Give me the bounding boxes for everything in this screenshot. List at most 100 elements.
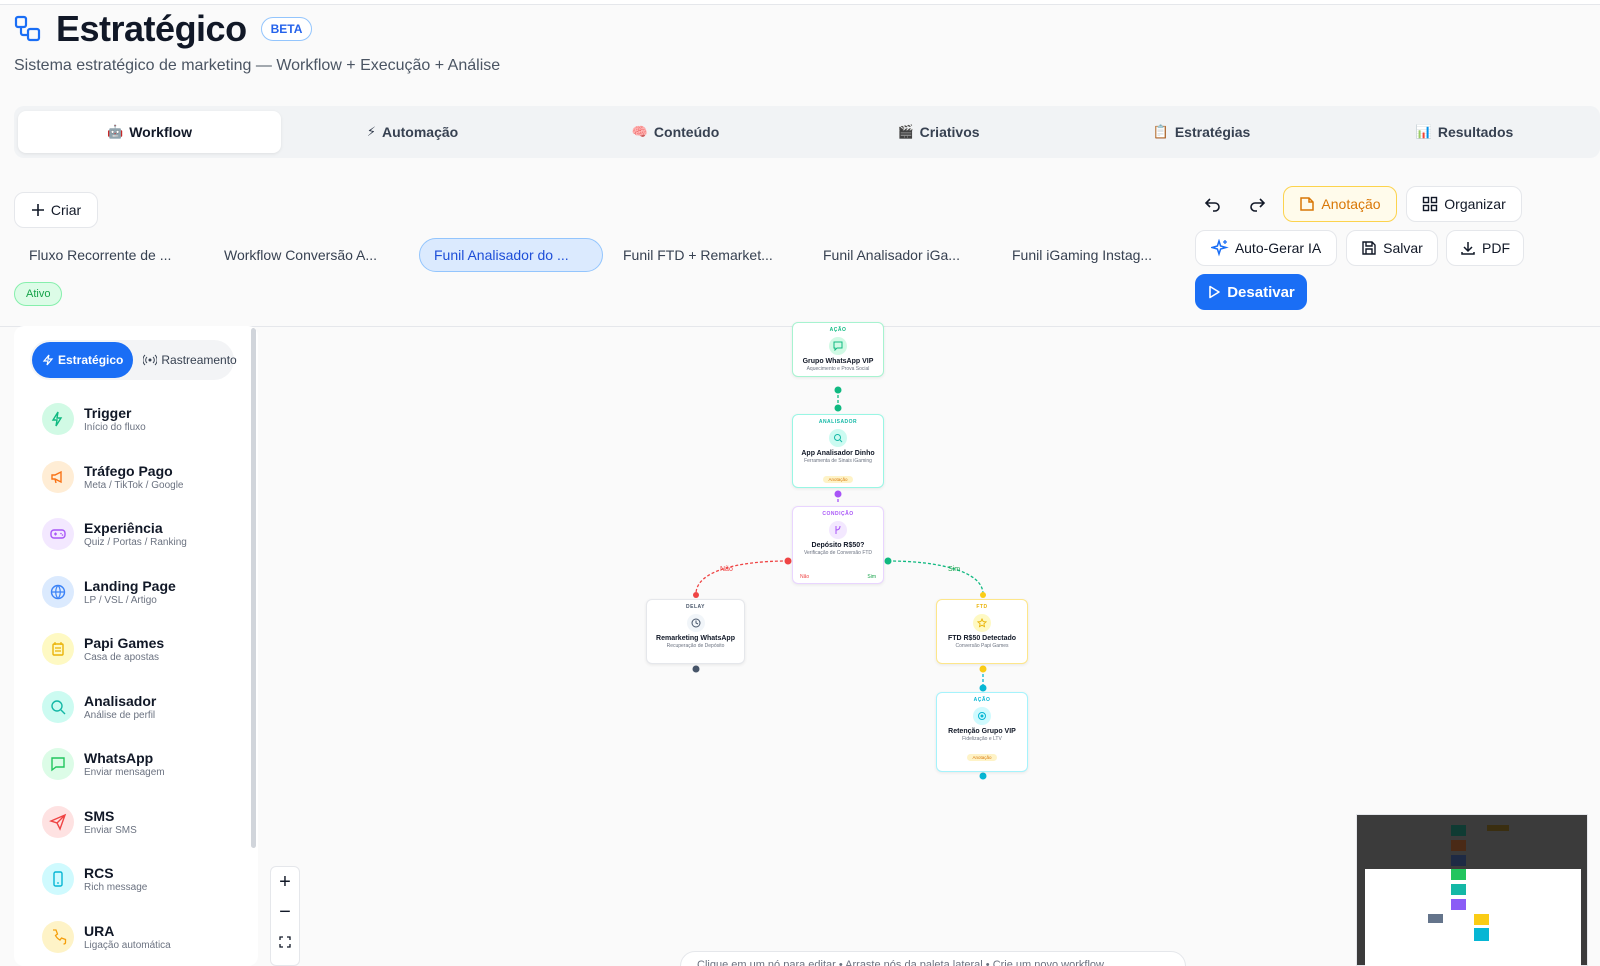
pdf-label: PDF [1482,240,1510,256]
port-dot[interactable] [692,665,700,673]
mode-rastreamento[interactable]: Rastreamento [133,342,246,378]
zoom-out-button[interactable]: − [271,897,299,927]
anotacao-button[interactable]: Anotação [1283,186,1397,222]
organizar-button[interactable]: Organizar [1406,186,1522,222]
undo-button[interactable] [1195,186,1231,222]
palette-item-whatsapp[interactable]: WhatsApp Enviar mensagem [42,748,165,780]
port-dot[interactable] [784,557,792,565]
palette-item-papi-games[interactable]: Papi Games Casa de apostas [42,633,164,665]
palette-item-tr-fego-pago[interactable]: Tráfego Pago Meta / TikTok / Google [42,460,184,493]
tab-resultados[interactable]: 📊 Resultados [1333,111,1596,153]
node-category: AÇÃO [829,327,847,333]
node-desc: Conversão Papi Games [955,643,1009,649]
download-icon [1461,242,1475,255]
workflow-tab-active[interactable]: Funil Analisador do ... [419,238,603,272]
node-app-analisador[interactable]: ANALISADOR App Analisador Dinho Ferramen… [792,414,884,488]
auto-gerar-button[interactable]: Auto-Gerar IA [1195,230,1337,266]
zap-icon [42,354,54,366]
port-dot[interactable] [980,592,986,598]
salvar-button[interactable]: Salvar [1346,230,1438,266]
auto-gerar-label: Auto-Gerar IA [1234,240,1322,256]
palette-item-trigger[interactable]: Trigger Início do fluxo [42,403,146,435]
criar-button[interactable]: Criar [14,192,98,228]
redo-button[interactable] [1239,186,1275,222]
port-dot[interactable] [884,557,892,565]
node-retencao-vip[interactable]: AÇÃO Retenção Grupo VIP Fidelização e LT… [936,692,1028,772]
node-title: Depósito R$50? [811,542,865,549]
workflow-tab[interactable]: Funil FTD + Remarket... [609,238,787,272]
zoom-in-button[interactable]: + [271,867,299,897]
node-grupo-whatsapp-vip[interactable]: AÇÃO Grupo WhatsApp VIP Aquecimento e Pr… [792,322,884,377]
port-dot[interactable] [979,665,987,673]
edge-label-sim: Sim [948,566,960,573]
palette-item-name: SMS [84,807,115,824]
palette-item-name: WhatsApp [84,750,154,766]
minimap-node [1428,914,1443,923]
palette-item-rcs[interactable]: RCS Rich message [42,863,147,895]
workflow-tab[interactable]: Fluxo Recorrente de ... [15,238,185,272]
minimap[interactable] [1356,814,1588,966]
palette-item-desc: Análise de perfil [84,709,156,721]
node-category: AÇÃO [973,697,991,703]
workflow-tab[interactable]: Funil Analisador iGa... [809,238,974,272]
port-dot[interactable] [979,772,987,780]
node-desc: Recuperação de Depósito [666,643,725,649]
fit-view-icon [279,936,291,948]
redo-icon [1250,198,1266,212]
palette-item-name: Analisador [84,692,157,709]
main-tabs: 🤖 Workflow ⚡ Automação 🧠 Conteúdo 🎬 Criativo… [14,106,1600,158]
radio-icon [143,354,158,366]
workflow-tab[interactable]: Workflow Conversão A... [210,238,391,272]
minimap-node [1451,899,1466,910]
palette-item-desc: Enviar SMS [84,824,137,836]
target-icon [973,707,991,725]
node-desc: Verificação de Conversão FTD [803,550,873,556]
tab-automacao[interactable]: ⚡ Automação [281,111,544,153]
gamepad-icon [42,518,74,550]
port-dot[interactable] [693,592,699,598]
tab-workflow[interactable]: 🤖 Workflow [18,111,281,153]
port-dot[interactable] [834,386,842,394]
tab-estrategias[interactable]: 📋 Estratégias [1070,111,1333,153]
tab-label: Criativos [919,124,980,140]
zap-icon [42,403,74,435]
palette-item-desc: Rich message [84,882,148,893]
port-dot[interactable] [834,404,842,412]
palette-item-ura[interactable]: URA Ligação automática [42,920,171,953]
palette-item-name: RCS [84,865,114,881]
node-category: CONDIÇÃO [822,511,854,517]
search-icon [829,429,847,447]
palette-item-name: Trigger [84,405,132,421]
message-icon [42,748,74,780]
branch-icon [829,521,847,539]
desativar-button[interactable]: Desativar [1195,274,1307,310]
mode-estrategico[interactable]: Estratégico [32,342,134,378]
sidebar-scrollbar[interactable] [251,328,256,848]
save-icon [1362,241,1376,255]
palette-item-sms[interactable]: SMS Enviar SMS [42,805,137,838]
node-ftd-detectado[interactable]: FTD FTD R$50 Detectado Conversão Papi Ga… [936,599,1028,664]
palette-item-name: Experiência [84,520,163,536]
canvas-hint: Clique em um nó para editar • Arraste nó… [680,951,1186,966]
star-icon [973,614,991,632]
tab-criativos[interactable]: 🎬 Criativos [807,111,1070,153]
palette-item-desc: Ligação automática [84,939,171,951]
play-icon [1209,285,1221,299]
port-dot[interactable] [834,490,842,498]
node-deposito[interactable]: CONDIÇÃO Depósito R$50? Verificação de C… [792,506,884,584]
fit-view-button[interactable] [271,927,299,957]
palette-item-desc: Meta / TikTok / Google [84,479,184,491]
palette-item-landing-page[interactable]: Landing Page LP / VSL / Artigo [42,575,176,608]
palette-item-analisador[interactable]: Analisador Análise de perfil [42,690,157,723]
palette-item-experi-ncia[interactable]: Experiência Quiz / Portas / Ranking [42,518,187,550]
node-remarketing[interactable]: DELAY Remarketing WhatsApp Recuperação d… [646,599,745,664]
pdf-button[interactable]: PDF [1446,230,1524,266]
workflow-tab[interactable]: Funil iGaming Instag... [998,238,1166,272]
port-dot[interactable] [979,684,987,692]
palette-item-desc: Enviar mensagem [84,767,165,778]
node-palette: Estratégico Rastreamento Trigger Início d… [14,326,258,966]
palette-item-name: Tráfego Pago [84,462,173,479]
tab-conteudo[interactable]: 🧠 Conteúdo [544,111,807,153]
page-title: Estratégico [56,8,247,49]
minimap-node [1487,825,1509,831]
